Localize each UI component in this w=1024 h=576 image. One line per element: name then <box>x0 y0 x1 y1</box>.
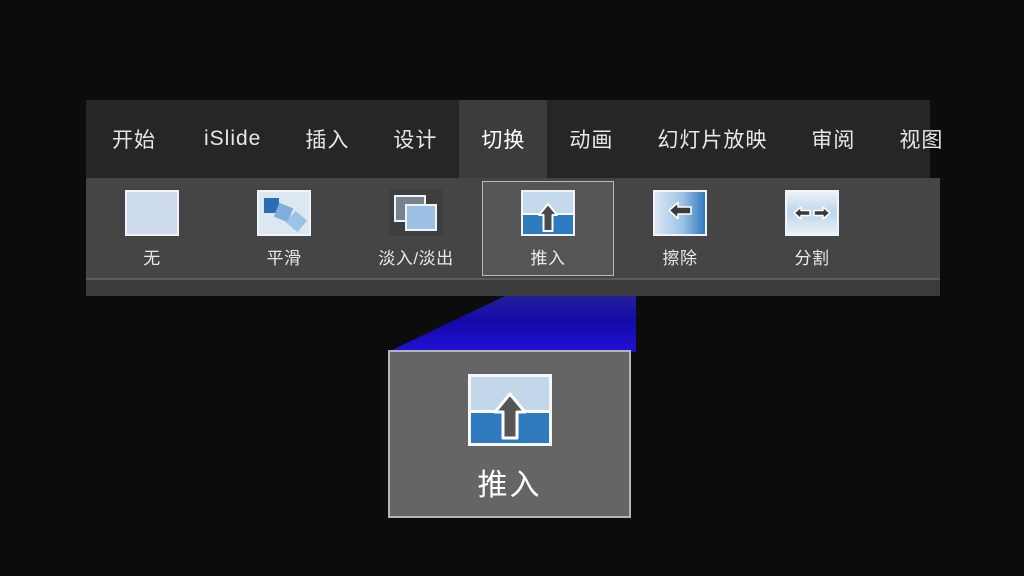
gallery-item-none[interactable]: 无 <box>86 181 218 276</box>
gallery-item-label: 推入 <box>530 249 566 268</box>
magnifier-connector-shape <box>388 296 636 352</box>
left-arrow-glyph <box>668 201 692 220</box>
tab-animations[interactable]: 动画 <box>547 100 635 178</box>
up-arrow-glyph <box>538 202 558 232</box>
right-arrow-glyph <box>813 206 831 220</box>
gallery-item-wipe[interactable]: 擦除 <box>614 181 746 276</box>
gallery-item-push[interactable]: 推入 <box>482 181 614 276</box>
tab-label: 动画 <box>569 129 614 152</box>
transition-gallery-panel: 无 平滑 淡入/淡出 推入 擦除 分割 <box>86 178 940 296</box>
gallery-item-morph[interactable]: 平滑 <box>218 181 350 276</box>
tab-label: iSlide <box>204 127 262 150</box>
tab-label: 审阅 <box>811 129 856 152</box>
tab-insert[interactable]: 插入 <box>283 100 371 178</box>
tab-label: 开始 <box>112 129 156 152</box>
gallery-item-fade[interactable]: 淡入/淡出 <box>350 181 482 276</box>
tab-slideshow[interactable]: 幻灯片放映 <box>635 100 789 178</box>
none-transition-icon <box>125 190 179 236</box>
morph-transition-icon <box>257 190 311 236</box>
tab-design[interactable]: 设计 <box>371 100 459 178</box>
tab-view[interactable]: 视图 <box>877 100 965 178</box>
magnified-transition-card[interactable]: 推入 <box>388 350 631 518</box>
split-transition-icon <box>785 190 839 236</box>
powerpoint-ribbon: 开始 iSlide 插入 设计 切换 动画 幻灯片放映 审阅 视图 无 平滑 淡… <box>86 100 942 296</box>
gallery-item-label: 淡入/淡出 <box>378 249 454 268</box>
tab-label: 设计 <box>393 129 438 152</box>
tab-label: 切换 <box>481 129 526 152</box>
gallery-item-label: 擦除 <box>662 249 698 268</box>
magnified-card-label: 推入 <box>477 469 542 502</box>
tab-transitions[interactable]: 切换 <box>459 100 548 178</box>
magnifier-connector <box>388 296 636 352</box>
wipe-transition-icon <box>653 190 707 236</box>
gallery-item-split[interactable]: 分割 <box>746 181 878 276</box>
gallery-footer-strip <box>86 280 940 296</box>
fade-transition-icon <box>389 190 443 236</box>
left-arrow-glyph <box>793 206 811 220</box>
gallery-item-label: 无 <box>143 249 161 268</box>
gallery-item-label: 平滑 <box>266 249 302 268</box>
tab-label: 视图 <box>899 129 944 152</box>
gallery-item-label: 分割 <box>794 249 830 268</box>
tab-home[interactable]: 开始 <box>86 100 182 178</box>
ribbon-tab-bar: 开始 iSlide 插入 设计 切换 动画 幻灯片放映 审阅 视图 <box>86 100 942 178</box>
up-arrow-glyph <box>493 392 526 440</box>
tab-review[interactable]: 审阅 <box>789 100 877 178</box>
tab-label: 幻灯片放映 <box>657 129 768 152</box>
transition-gallery-row: 无 平滑 淡入/淡出 推入 擦除 分割 <box>86 178 940 279</box>
push-transition-icon <box>521 190 575 236</box>
push-transition-icon <box>467 374 552 446</box>
tab-islide[interactable]: iSlide <box>182 100 283 178</box>
tab-label: 插入 <box>305 129 350 152</box>
